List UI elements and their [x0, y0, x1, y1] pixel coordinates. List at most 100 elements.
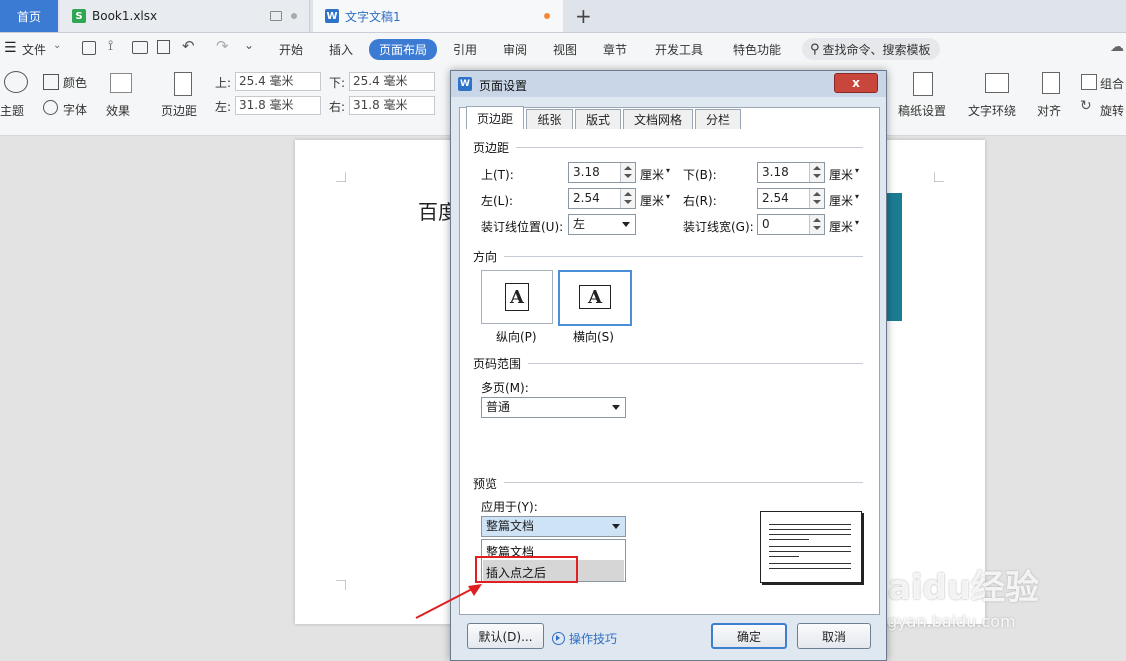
tab-home[interactable]: 首页	[0, 0, 58, 32]
hamburger-icon[interactable]: ☰	[4, 40, 17, 56]
margins-section-title: 页边距	[473, 141, 510, 155]
right-label: 右(R):	[683, 194, 717, 208]
draft-paper-button[interactable]: 稿纸设置	[898, 102, 946, 119]
tab-doc-grid[interactable]: 文档网格	[623, 109, 693, 129]
gutter-position-value: 左	[573, 217, 586, 231]
landscape-option[interactable]: A	[558, 270, 632, 326]
theme-button[interactable]: 主题	[0, 102, 24, 119]
group-button[interactable]: 组合	[1100, 75, 1124, 92]
tab-columns-label: 分栏	[705, 113, 730, 127]
font-button[interactable]: 字体	[63, 101, 87, 118]
bottom-margin-label: 下:	[329, 76, 346, 90]
ok-button[interactable]: 确定	[711, 623, 787, 649]
unsaved-dot-icon	[544, 13, 550, 19]
group-icon	[1081, 74, 1097, 90]
redo-icon[interactable]: ↷	[216, 37, 229, 55]
monitor-icon[interactable]	[270, 11, 282, 21]
right-unit-dropdown[interactable]: 厘米	[829, 192, 853, 209]
tab-paper[interactable]: 纸张	[526, 109, 573, 129]
chevron-down-icon: ▾	[855, 192, 860, 201]
menu-section[interactable]: 章节	[603, 41, 627, 58]
tab-margins[interactable]: 页边距	[466, 106, 524, 129]
close-button[interactable]: x	[834, 73, 878, 93]
effect-icon	[110, 73, 132, 93]
menu-file[interactable]: 文件	[22, 41, 46, 58]
gutter-position-select[interactable]: 左	[568, 214, 636, 235]
more-icon[interactable]: ⌄	[244, 38, 254, 52]
gutter-unit-dropdown[interactable]: 厘米	[829, 218, 853, 235]
undo-icon[interactable]: ↶	[182, 37, 195, 55]
margin-button[interactable]: 页边距	[161, 102, 197, 119]
multi-page-value: 普通	[486, 400, 511, 414]
menu-developer[interactable]: 开发工具	[655, 41, 703, 58]
save-icon[interactable]	[82, 41, 96, 55]
bottom-margin-spinner[interactable]: 3.18	[757, 162, 825, 183]
menu-review[interactable]: 审阅	[503, 41, 527, 58]
text-wrap-icon	[985, 73, 1009, 93]
search-input[interactable]: ⚲ 查找命令、搜索模板	[802, 38, 940, 60]
top-margin-spinner[interactable]: 3.18	[568, 162, 636, 183]
orientation-section-title: 方向	[473, 250, 498, 264]
menu-start[interactable]: 开始	[279, 41, 303, 58]
apply-to-select[interactable]: 整篇文档	[481, 516, 626, 537]
portrait-option[interactable]: A	[481, 270, 553, 324]
gutter-position-label: 装订线位置(U):	[481, 220, 564, 234]
menu-page-layout[interactable]: 页面布局	[369, 39, 438, 60]
bottom-unit-dropdown[interactable]: 厘米	[829, 166, 853, 183]
spinner-arrows-icon[interactable]	[809, 163, 824, 182]
tab-columns[interactable]: 分栏	[695, 109, 741, 129]
chevron-down-icon: ▾	[666, 166, 671, 175]
preview-line	[769, 563, 851, 564]
spinner-arrows-icon[interactable]	[620, 163, 635, 182]
tab-document[interactable]: W 文字文稿1	[313, 0, 563, 32]
format-painter-icon[interactable]: ⟟	[108, 38, 113, 54]
preview-line	[769, 539, 809, 540]
baidu-watermark-url: jingyan.baidu.com	[868, 612, 1016, 631]
menu-insert[interactable]: 插入	[329, 41, 353, 58]
default-button[interactable]: 默认(D)...	[467, 623, 544, 649]
rotate-button[interactable]: 旋转	[1100, 102, 1124, 119]
left-margin-input[interactable]: 31.8 毫米	[235, 96, 321, 115]
play-circle-icon	[552, 632, 565, 645]
menu-bar: ☰ 文件 ⌄ ⟟ ↶ ↷ ⌄ 开始 插入 页面布局 引用 审阅 视图 章节 开发…	[0, 33, 1126, 65]
tab-book1[interactable]: S Book1.xlsx	[60, 0, 310, 32]
menu-view[interactable]: 视图	[553, 41, 577, 58]
bottom-margin-input[interactable]: 25.4 毫米	[349, 72, 435, 91]
left-unit-dropdown[interactable]: 厘米	[640, 192, 664, 209]
menu-features[interactable]: 特色功能	[733, 41, 781, 58]
multi-page-select[interactable]: 普通	[481, 397, 626, 418]
cancel-button[interactable]: 取消	[797, 623, 871, 649]
menu-reference[interactable]: 引用	[453, 41, 477, 58]
baidu-watermark: Baidu经验	[862, 568, 1040, 608]
align-button[interactable]: 对齐	[1037, 102, 1061, 119]
tab-home-label: 首页	[16, 9, 41, 24]
bottom-label: 下(B):	[683, 168, 717, 182]
color-icon	[43, 74, 59, 90]
left-margin-spinner[interactable]: 2.54	[568, 188, 636, 209]
page-range-section-title: 页码范围	[473, 357, 522, 371]
theme-icon[interactable]	[4, 71, 28, 93]
cloud-icon[interactable]: ☁	[1110, 39, 1124, 55]
multi-page-label: 多页(M):	[481, 381, 529, 395]
top-margin-input[interactable]: 25.4 毫米	[235, 72, 321, 91]
right-margin-input[interactable]: 31.8 毫米	[349, 96, 435, 115]
print-icon[interactable]	[132, 41, 148, 54]
spinner-arrows-icon[interactable]	[809, 215, 824, 234]
color-button[interactable]: 颜色	[63, 74, 87, 91]
spinner-arrows-icon[interactable]	[620, 189, 635, 208]
left-margin-label: 左:	[215, 100, 232, 114]
right-margin-spinner[interactable]: 2.54	[757, 188, 825, 209]
new-tab-button[interactable]: +	[575, 4, 592, 28]
right-margin-label: 右:	[329, 100, 346, 114]
tips-link[interactable]: 操作技巧	[552, 630, 617, 647]
print-preview-icon[interactable]	[157, 40, 170, 54]
gutter-width-spinner[interactable]: 0	[757, 214, 825, 235]
spinner-arrows-icon[interactable]	[809, 189, 824, 208]
top-margin-label: 上:	[215, 76, 232, 90]
effect-button[interactable]: 效果	[106, 102, 130, 119]
text-wrap-button[interactable]: 文字环绕	[968, 102, 1016, 119]
tab-layout[interactable]: 版式	[575, 109, 621, 129]
top-unit-dropdown[interactable]: 厘米	[640, 166, 664, 183]
chevron-down-icon[interactable]: ⌄	[53, 40, 61, 51]
ok-button-label: 确定	[736, 629, 761, 644]
